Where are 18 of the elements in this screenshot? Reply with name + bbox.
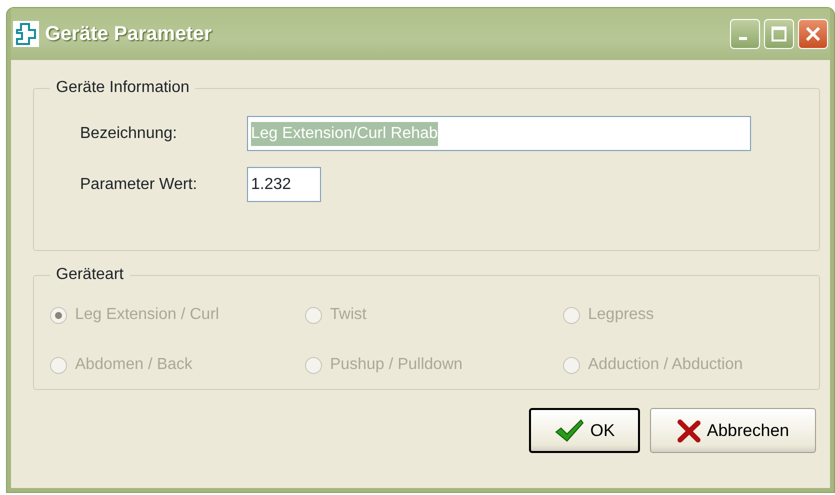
close-icon	[805, 26, 821, 42]
minimize-icon	[739, 36, 747, 40]
field-label: Bezeichnung:	[80, 124, 178, 144]
app-icon	[13, 21, 39, 47]
close-button[interactable]	[798, 19, 828, 49]
minimize-button[interactable]	[730, 19, 760, 49]
ok-button[interactable]: OK	[529, 408, 640, 453]
cancel-button[interactable]: Abbrechen	[650, 408, 816, 453]
group-title: Geräte Information	[55, 80, 190, 96]
checkmark-icon	[554, 418, 584, 442]
input-field[interactable]: 1.232	[247, 167, 321, 202]
window-title: Geräte Parameter	[45, 22, 212, 47]
input-field[interactable]: Leg Extension/Curl Rehab	[247, 116, 751, 151]
maximize-icon	[771, 26, 787, 42]
cross-icon	[676, 418, 701, 442]
group-title: Geräteart	[55, 267, 125, 283]
field-label: Parameter Wert:	[80, 174, 198, 194]
maximize-button[interactable]	[764, 19, 794, 49]
